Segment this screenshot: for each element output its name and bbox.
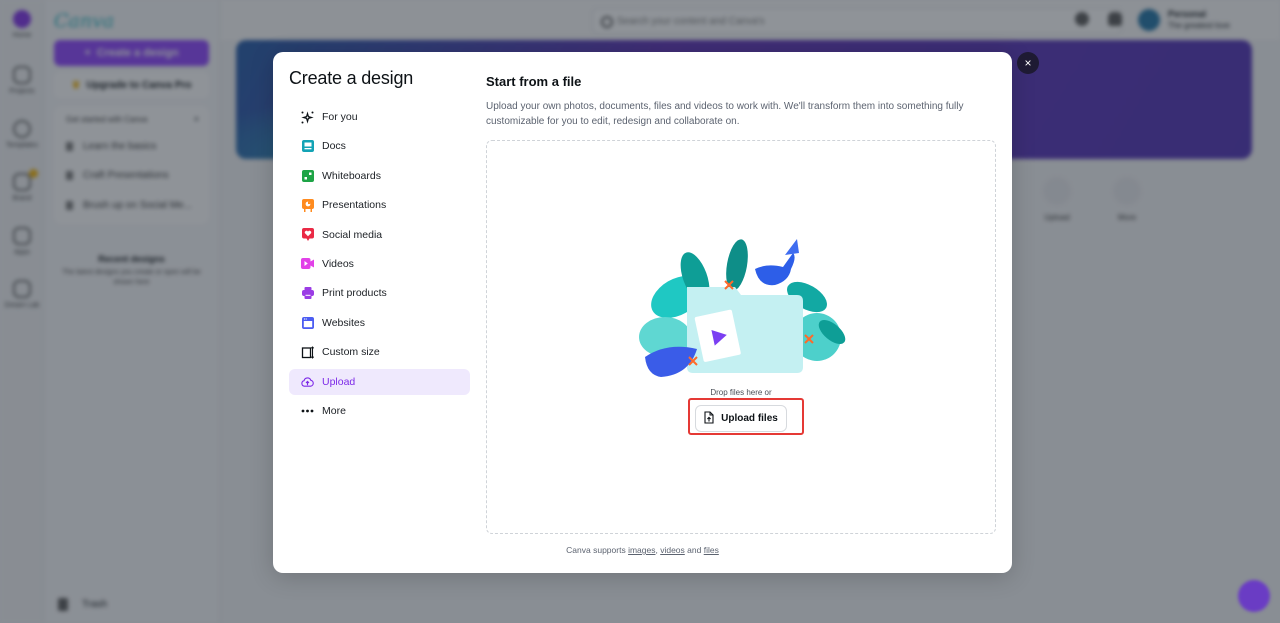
videos-link[interactable]: videos <box>660 545 685 555</box>
bird-wing <box>785 239 799 255</box>
nav-item-custom-size[interactable]: Custom size <box>289 339 470 365</box>
nav-item-videos[interactable]: Videos <box>289 251 470 277</box>
nav-item-for-you[interactable]: For you <box>289 104 470 130</box>
custom-size-icon <box>301 345 314 359</box>
heart-icon <box>301 228 314 242</box>
nav-item-upload[interactable]: Upload <box>289 368 470 395</box>
whiteboard-icon <box>301 169 314 182</box>
supports-prefix: Canva supports <box>566 545 629 555</box>
design-type-nav: For you Docs Whiteboards Presentations S… <box>289 104 470 427</box>
bird <box>755 253 795 286</box>
nav-label: Presentations <box>322 199 387 212</box>
nav-label: Websites <box>322 316 365 329</box>
create-design-dialog: Create a design For you Docs Whiteboards… <box>273 52 1012 573</box>
close-dialog-button[interactable]: × <box>1017 52 1039 74</box>
sparkle-icon <box>301 110 314 124</box>
nav-label: Videos <box>322 257 354 270</box>
supported-formats-note: Canva supports images, videos and files <box>273 545 1012 555</box>
nav-item-presentations[interactable]: Presentations <box>289 192 470 218</box>
presentation-icon <box>301 198 314 212</box>
cloud-upload-icon <box>301 375 314 388</box>
video-icon <box>301 257 314 270</box>
website-icon <box>301 316 314 329</box>
separator: and <box>684 545 704 555</box>
nav-item-whiteboards[interactable]: Whiteboards <box>289 163 470 189</box>
pane-title: Start from a file <box>486 74 582 89</box>
nav-label: Social media <box>322 228 383 241</box>
nav-item-websites[interactable]: Websites <box>289 310 470 336</box>
nav-label: Upload <box>322 375 356 388</box>
nav-label: Whiteboards <box>322 169 381 182</box>
upload-files-label: Upload files <box>721 413 778 424</box>
close-icon: × <box>1024 56 1032 70</box>
upload-files-button[interactable]: Upload files <box>695 405 787 432</box>
docs-icon <box>301 140 314 153</box>
file-dropzone[interactable]: Drop files here or Upload files <box>486 140 996 534</box>
files-link[interactable]: files <box>704 545 719 555</box>
upload-illustration <box>639 239 846 377</box>
file-upload-icon <box>704 410 714 427</box>
drop-files-hint: Drop files here or <box>710 388 772 397</box>
nav-label: Print products <box>322 287 387 300</box>
nav-label: For you <box>322 111 358 123</box>
nav-item-social-media[interactable]: Social media <box>289 222 470 248</box>
help-button[interactable] <box>1238 580 1270 612</box>
nav-label: More <box>322 404 346 417</box>
nav-label: Docs <box>322 140 346 153</box>
pane-description: Upload your own photos, documents, files… <box>486 101 964 127</box>
printer-icon <box>301 287 314 300</box>
images-link[interactable]: images <box>628 545 655 555</box>
nav-label: Custom size <box>322 346 380 359</box>
more-icon <box>301 404 314 417</box>
nav-item-more[interactable]: More <box>289 398 470 424</box>
nav-item-docs[interactable]: Docs <box>289 133 470 159</box>
dialog-title: Create a design <box>289 68 414 88</box>
nav-item-print-products[interactable]: Print products <box>289 280 470 306</box>
